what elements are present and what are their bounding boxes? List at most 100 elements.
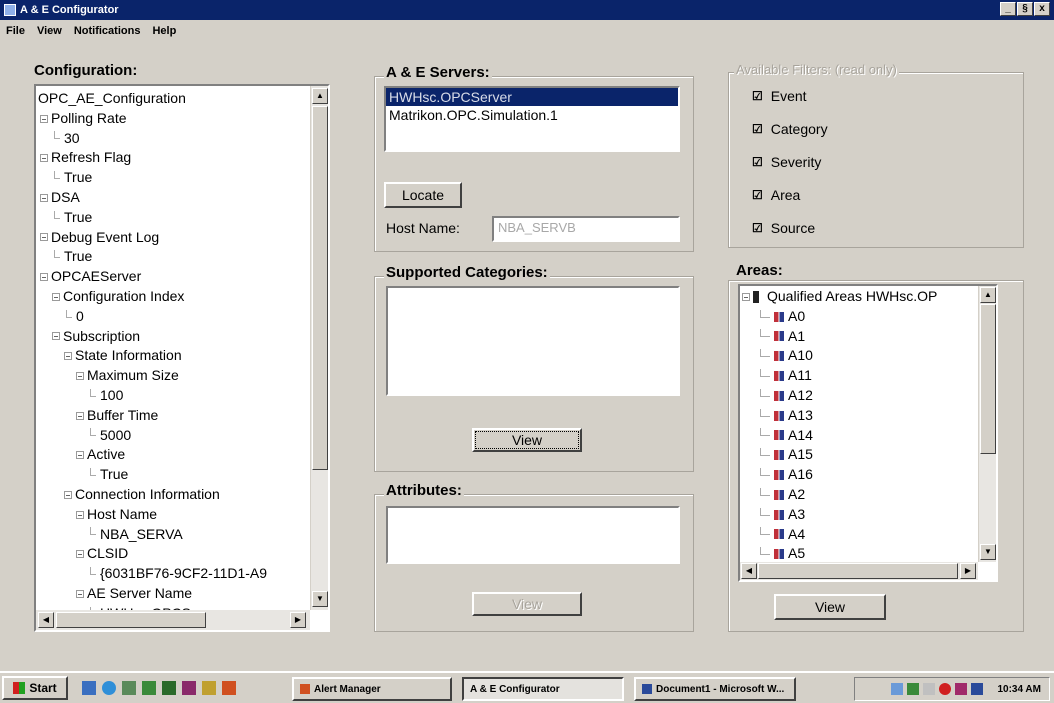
- area-item[interactable]: A13: [742, 406, 978, 426]
- desktop-icon[interactable]: [82, 681, 96, 695]
- collapse-icon[interactable]: [76, 372, 84, 381]
- tree-leaf[interactable]: True: [38, 208, 308, 228]
- taskbar-item[interactable]: Alert Manager: [292, 677, 452, 701]
- collapse-icon[interactable]: [40, 114, 48, 123]
- tree-node[interactable]: OPC_AE_Configuration: [38, 89, 308, 109]
- configuration-tree[interactable]: OPC_AE_Configuration Polling Rate 30 Refres…: [38, 89, 308, 610]
- menu-help[interactable]: Help: [146, 25, 182, 37]
- collapse-icon[interactable]: [76, 411, 84, 420]
- config-icon[interactable]: [222, 681, 236, 695]
- tree-node[interactable]: Debug Event Log: [38, 228, 308, 248]
- server-item[interactable]: Matrikon.OPC.Simulation.1: [386, 106, 678, 124]
- minimize-button[interactable]: _: [1000, 2, 1016, 16]
- collapse-icon[interactable]: [52, 292, 60, 301]
- areas-scroll-down-button[interactable]: ▼: [980, 544, 996, 560]
- server-item[interactable]: HWHsc.OPCServer: [386, 88, 678, 106]
- filter-checkbox[interactable]: ☑ Source: [752, 220, 815, 236]
- area-item[interactable]: A14: [742, 426, 978, 446]
- tree-node[interactable]: Host Name: [38, 505, 308, 525]
- tree-node[interactable]: AE Server Name: [38, 584, 308, 604]
- collapse-icon[interactable]: [40, 193, 48, 202]
- categories-listbox[interactable]: [386, 286, 680, 396]
- tree-leaf[interactable]: True: [38, 247, 308, 267]
- maximize-button[interactable]: §: [1017, 2, 1033, 16]
- tree-leaf[interactable]: True: [38, 465, 308, 485]
- tree-leaf[interactable]: 30: [38, 129, 308, 149]
- tree-horizontal-scrollbar[interactable]: ◀ ▶: [36, 610, 310, 630]
- areas-scroll-up-button[interactable]: ▲: [980, 287, 996, 303]
- tree-leaf[interactable]: 0: [38, 307, 308, 327]
- collapse-icon[interactable]: [76, 451, 84, 460]
- tree-node[interactable]: Active: [38, 445, 308, 465]
- areas-vertical-scrollbar[interactable]: ▲ ▼: [978, 286, 996, 562]
- attributes-view-button[interactable]: View: [472, 592, 582, 616]
- servers-listbox[interactable]: HWHsc.OPCServer Matrikon.OPC.Simulation.…: [384, 86, 680, 152]
- collapse-icon[interactable]: [742, 292, 750, 301]
- taskbar-item[interactable]: Document1 - Microsoft W...: [634, 677, 796, 701]
- security-icon[interactable]: [955, 683, 968, 695]
- scroll-right-button[interactable]: ▶: [290, 612, 306, 628]
- collapse-icon[interactable]: [76, 589, 84, 598]
- scroll-down-button[interactable]: ▼: [312, 591, 328, 607]
- utility-icon[interactable]: [202, 681, 216, 695]
- collapse-icon[interactable]: [64, 352, 72, 361]
- tree-leaf[interactable]: 100: [38, 386, 308, 406]
- volume-icon[interactable]: [923, 683, 936, 695]
- area-item[interactable]: A3: [742, 505, 978, 525]
- area-item[interactable]: A16: [742, 465, 978, 485]
- tray-app-icon[interactable]: [907, 683, 920, 695]
- tree-leaf[interactable]: 5000: [38, 426, 308, 446]
- collapse-icon[interactable]: [40, 154, 48, 163]
- app-icon[interactable]: [162, 681, 176, 695]
- host-name-input[interactable]: NBA_SERVB: [492, 216, 680, 242]
- areas-scroll-right-button[interactable]: ▶: [960, 563, 976, 579]
- areas-scroll-left-button[interactable]: ◀: [741, 563, 757, 579]
- monitor-icon[interactable]: [971, 683, 984, 695]
- tool-icon[interactable]: [182, 681, 196, 695]
- area-item[interactable]: A10: [742, 346, 978, 366]
- areas-tree[interactable]: Qualified Areas HWHsc.OP A0 A1 A10 A11 A12 A1…: [742, 287, 978, 561]
- alert-icon[interactable]: [939, 683, 952, 695]
- areas-root[interactable]: Qualified Areas HWHsc.OP: [742, 287, 978, 307]
- collapse-icon[interactable]: [76, 550, 84, 559]
- tree-vertical-scrollbar[interactable]: ▲ ▼: [310, 86, 328, 610]
- tree-leaf[interactable]: NBA_SERVA: [38, 525, 308, 545]
- close-button[interactable]: x: [1034, 2, 1050, 16]
- collapse-icon[interactable]: [40, 233, 48, 242]
- filter-checkbox[interactable]: ☑ Category: [752, 121, 828, 137]
- browser-icon[interactable]: [102, 681, 116, 695]
- area-item[interactable]: A4: [742, 525, 978, 545]
- filter-checkbox[interactable]: ☑ Area: [752, 187, 800, 203]
- collapse-icon[interactable]: [40, 273, 48, 282]
- area-item[interactable]: A5: [742, 544, 978, 561]
- taskbar-item-active[interactable]: A & E Configurator: [462, 677, 624, 701]
- tree-node[interactable]: Polling Rate: [38, 109, 308, 129]
- filter-checkbox[interactable]: ☑ Severity: [752, 154, 821, 170]
- hscroll-thumb[interactable]: [56, 612, 206, 628]
- tree-node[interactable]: Maximum Size: [38, 366, 308, 386]
- areas-scroll-thumb[interactable]: [980, 304, 996, 454]
- area-item[interactable]: A15: [742, 445, 978, 465]
- areas-hscroll-thumb[interactable]: [758, 563, 958, 579]
- tree-node[interactable]: Subscription: [38, 327, 308, 347]
- menu-notifications[interactable]: Notifications: [68, 25, 147, 37]
- configuration-tree-view[interactable]: OPC_AE_Configuration Polling Rate 30 Refres…: [34, 84, 330, 632]
- area-item[interactable]: A2: [742, 485, 978, 505]
- tree-node[interactable]: OPCAEServer: [38, 267, 308, 287]
- scroll-up-button[interactable]: ▲: [312, 88, 328, 104]
- areas-horizontal-scrollbar[interactable]: ◀ ▶: [740, 562, 978, 580]
- tree-node[interactable]: Buffer Time: [38, 406, 308, 426]
- area-item[interactable]: A0: [742, 307, 978, 327]
- area-item[interactable]: A1: [742, 327, 978, 347]
- tree-node[interactable]: DSA: [38, 188, 308, 208]
- areas-tree-view[interactable]: Qualified Areas HWHsc.OP A0 A1 A10 A11 A12 A1…: [738, 284, 998, 582]
- explorer-icon[interactable]: [122, 681, 136, 695]
- tree-leaf[interactable]: {6031BF76-9CF2-11D1-A9: [38, 564, 308, 584]
- menu-file[interactable]: File: [0, 25, 31, 37]
- tree-node[interactable]: CLSID: [38, 544, 308, 564]
- filter-checkbox[interactable]: ☑ Event: [752, 88, 807, 104]
- spreadsheet-icon[interactable]: [142, 681, 156, 695]
- tree-node[interactable]: State Information: [38, 346, 308, 366]
- attributes-listbox[interactable]: [386, 506, 680, 564]
- categories-view-button[interactable]: View: [472, 428, 582, 452]
